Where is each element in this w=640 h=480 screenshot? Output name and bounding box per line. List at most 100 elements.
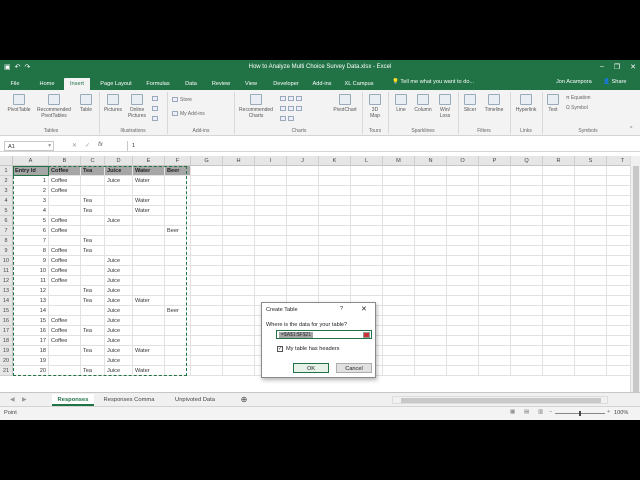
hyperlink-button[interactable]: Hyperlink bbox=[511, 94, 541, 113]
zoom-slider[interactable] bbox=[555, 411, 605, 416]
table-header-cell[interactable]: Entry Id bbox=[13, 166, 49, 176]
data-cell[interactable]: 7 bbox=[13, 236, 49, 246]
empty-cell[interactable] bbox=[479, 346, 511, 356]
empty-cell[interactable] bbox=[511, 226, 543, 236]
empty-cell[interactable] bbox=[383, 356, 415, 366]
data-cell[interactable] bbox=[49, 366, 81, 376]
data-cell[interactable]: 3 bbox=[13, 196, 49, 206]
empty-cell[interactable] bbox=[319, 176, 351, 186]
empty-cell[interactable] bbox=[255, 256, 287, 266]
restore-icon[interactable]: ❐ bbox=[614, 63, 620, 71]
empty-cell[interactable] bbox=[415, 166, 447, 176]
empty-cell[interactable] bbox=[511, 186, 543, 196]
column-header-o[interactable]: O bbox=[447, 156, 479, 166]
data-cell[interactable]: Juice bbox=[105, 366, 133, 376]
empty-cell[interactable] bbox=[543, 326, 575, 336]
empty-cell[interactable] bbox=[575, 166, 607, 176]
empty-cell[interactable] bbox=[383, 366, 415, 376]
empty-cell[interactable] bbox=[287, 166, 319, 176]
data-cell[interactable] bbox=[81, 186, 105, 196]
empty-cell[interactable] bbox=[479, 326, 511, 336]
empty-cell[interactable] bbox=[287, 226, 319, 236]
sparkline-line-button[interactable]: Line bbox=[391, 94, 411, 113]
empty-cell[interactable] bbox=[543, 316, 575, 326]
data-cell[interactable] bbox=[133, 246, 165, 256]
data-cell[interactable] bbox=[165, 316, 191, 326]
empty-cell[interactable] bbox=[383, 316, 415, 326]
empty-cell[interactable] bbox=[191, 316, 223, 326]
empty-cell[interactable] bbox=[415, 246, 447, 256]
data-cell[interactable] bbox=[165, 296, 191, 306]
empty-cell[interactable] bbox=[575, 206, 607, 216]
empty-cell[interactable] bbox=[415, 176, 447, 186]
page-break-view-icon[interactable]: ▥ bbox=[538, 409, 543, 415]
empty-cell[interactable] bbox=[575, 356, 607, 366]
empty-cell[interactable] bbox=[447, 176, 479, 186]
column-header-q[interactable]: Q bbox=[511, 156, 543, 166]
timeline-button[interactable]: Timeline bbox=[481, 94, 507, 113]
empty-cell[interactable] bbox=[511, 206, 543, 216]
sheet-tab-unpivoted-data[interactable]: Unpivoted Data bbox=[166, 394, 224, 406]
next-sheet-icon[interactable]: ▶ bbox=[22, 396, 27, 403]
symbol-button[interactable]: Ω Symbol bbox=[566, 105, 588, 111]
empty-cell[interactable] bbox=[415, 366, 447, 376]
data-cell[interactable] bbox=[165, 276, 191, 286]
data-cell[interactable]: Tea bbox=[81, 206, 105, 216]
empty-cell[interactable] bbox=[479, 176, 511, 186]
empty-cell[interactable] bbox=[351, 206, 383, 216]
data-cell[interactable] bbox=[105, 236, 133, 246]
recommended-pivottables-button[interactable]: Recommended PivotTables bbox=[34, 94, 74, 119]
empty-cell[interactable] bbox=[351, 256, 383, 266]
empty-cell[interactable] bbox=[479, 246, 511, 256]
empty-cell[interactable] bbox=[383, 246, 415, 256]
empty-cell[interactable] bbox=[415, 326, 447, 336]
data-cell[interactable]: Coffee bbox=[49, 276, 81, 286]
empty-cell[interactable] bbox=[575, 316, 607, 326]
empty-cell[interactable] bbox=[191, 186, 223, 196]
data-cell[interactable] bbox=[165, 256, 191, 266]
empty-cell[interactable] bbox=[287, 176, 319, 186]
empty-cell[interactable] bbox=[319, 206, 351, 216]
empty-cell[interactable] bbox=[415, 336, 447, 346]
empty-cell[interactable] bbox=[223, 296, 255, 306]
line-chart-button[interactable] bbox=[280, 106, 304, 112]
data-cell[interactable] bbox=[81, 356, 105, 366]
empty-cell[interactable] bbox=[447, 326, 479, 336]
data-cell[interactable]: 13 bbox=[13, 296, 49, 306]
empty-cell[interactable] bbox=[191, 196, 223, 206]
data-cell[interactable]: Juice bbox=[105, 296, 133, 306]
empty-cell[interactable] bbox=[287, 276, 319, 286]
empty-cell[interactable] bbox=[415, 236, 447, 246]
data-cell[interactable] bbox=[49, 296, 81, 306]
row-header[interactable]: 18 bbox=[0, 336, 13, 346]
data-cell[interactable] bbox=[165, 216, 191, 226]
row-header[interactable]: 8 bbox=[0, 236, 13, 246]
data-cell[interactable]: Juice bbox=[105, 326, 133, 336]
empty-cell[interactable] bbox=[255, 206, 287, 216]
empty-cell[interactable] bbox=[319, 226, 351, 236]
empty-cell[interactable] bbox=[479, 306, 511, 316]
table-button[interactable]: Table bbox=[76, 94, 96, 113]
empty-cell[interactable] bbox=[415, 226, 447, 236]
empty-cell[interactable] bbox=[415, 316, 447, 326]
empty-cell[interactable] bbox=[255, 266, 287, 276]
data-cell[interactable]: Juice bbox=[105, 216, 133, 226]
tab-add-ins[interactable]: Add-ins bbox=[308, 78, 336, 90]
empty-cell[interactable] bbox=[191, 286, 223, 296]
empty-cell[interactable] bbox=[383, 236, 415, 246]
empty-cell[interactable] bbox=[351, 216, 383, 226]
empty-cell[interactable] bbox=[223, 356, 255, 366]
data-cell[interactable] bbox=[165, 176, 191, 186]
empty-cell[interactable] bbox=[543, 196, 575, 206]
data-cell[interactable] bbox=[49, 196, 81, 206]
smartart-button[interactable] bbox=[152, 106, 160, 112]
empty-cell[interactable] bbox=[575, 326, 607, 336]
empty-cell[interactable] bbox=[447, 336, 479, 346]
table-range-input[interactable]: =$A$1:$F$21 bbox=[276, 330, 372, 339]
column-header-f[interactable]: F bbox=[165, 156, 191, 166]
empty-cell[interactable] bbox=[543, 226, 575, 236]
horizontal-scrollbar[interactable] bbox=[392, 396, 608, 404]
tab-page-layout[interactable]: Page Layout bbox=[96, 78, 136, 90]
empty-cell[interactable] bbox=[319, 276, 351, 286]
empty-cell[interactable] bbox=[383, 326, 415, 336]
